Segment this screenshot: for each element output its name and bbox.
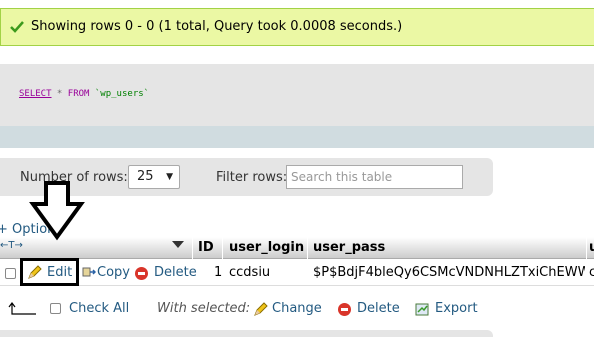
export-icon — [415, 303, 429, 316]
column-divider — [307, 237, 308, 259]
check-all-checkbox[interactable] — [50, 303, 61, 314]
edit-highlight-box — [20, 258, 79, 286]
rows-per-page-select[interactable]: 25 ▼ — [128, 165, 180, 189]
export-button[interactable]: Export — [435, 301, 478, 316]
bottom-navigation-panel — [0, 330, 493, 337]
row-checkbox[interactable] — [5, 268, 16, 279]
column-header-user-pass[interactable]: user_pass — [313, 240, 385, 255]
filter-rows-input[interactable]: Search this table — [286, 165, 463, 189]
column-header-truncated[interactable]: u — [589, 240, 594, 255]
sql-from-keyword: FROM — [67, 89, 90, 99]
status-text: Showing rows 0 - 0 (1 total, Query took … — [31, 19, 403, 34]
cell-user-pass: $P$BdjF4bleQy6CSMcVNDNHLZTxiChEWW1 — [313, 265, 585, 280]
with-selected-label: With selected: — [157, 301, 251, 316]
change-button[interactable]: Change — [272, 301, 322, 316]
sql-table-name: `wp_users` — [89, 89, 150, 99]
column-header-id[interactable]: ID — [198, 240, 214, 255]
check-all-arrow-icon — [8, 302, 36, 315]
column-divider — [222, 237, 223, 259]
sql-toolbar-strip — [0, 126, 594, 148]
copy-icon — [82, 267, 96, 277]
bulk-delete-button[interactable]: Delete — [357, 301, 400, 316]
column-divider — [586, 237, 587, 259]
sql-select-keyword[interactable]: SELECT — [19, 89, 52, 99]
chevron-down-icon: ▼ — [166, 172, 173, 182]
sql-query[interactable]: SELECT * FROM `wp_users` — [19, 89, 149, 99]
copy-link[interactable]: Copy — [97, 265, 130, 280]
sql-star: * — [51, 89, 68, 99]
check-all-label[interactable]: Check All — [69, 301, 129, 316]
cell-user-login: ccdsiu — [229, 265, 271, 280]
success-message: Showing rows 0 - 0 (1 total, Query took … — [0, 8, 594, 46]
rows-select-value: 25 — [137, 169, 154, 184]
filter-label: Filter rows: — [216, 170, 288, 185]
delete-icon — [338, 303, 351, 316]
delete-link[interactable]: Delete — [154, 265, 197, 280]
cell-id: 1 — [214, 265, 223, 280]
column-divider — [192, 237, 193, 259]
sort-triangle-icon[interactable] — [172, 241, 184, 248]
column-header-user-login[interactable]: user_login — [229, 240, 304, 255]
down-arrow-annotation-icon — [29, 181, 85, 241]
column-arrows-icon[interactable]: ←T→ — [0, 240, 23, 251]
delete-icon — [135, 267, 148, 280]
cell-truncated: c — [589, 265, 594, 280]
pencil-icon — [254, 302, 268, 316]
checkmark-icon — [10, 21, 24, 33]
